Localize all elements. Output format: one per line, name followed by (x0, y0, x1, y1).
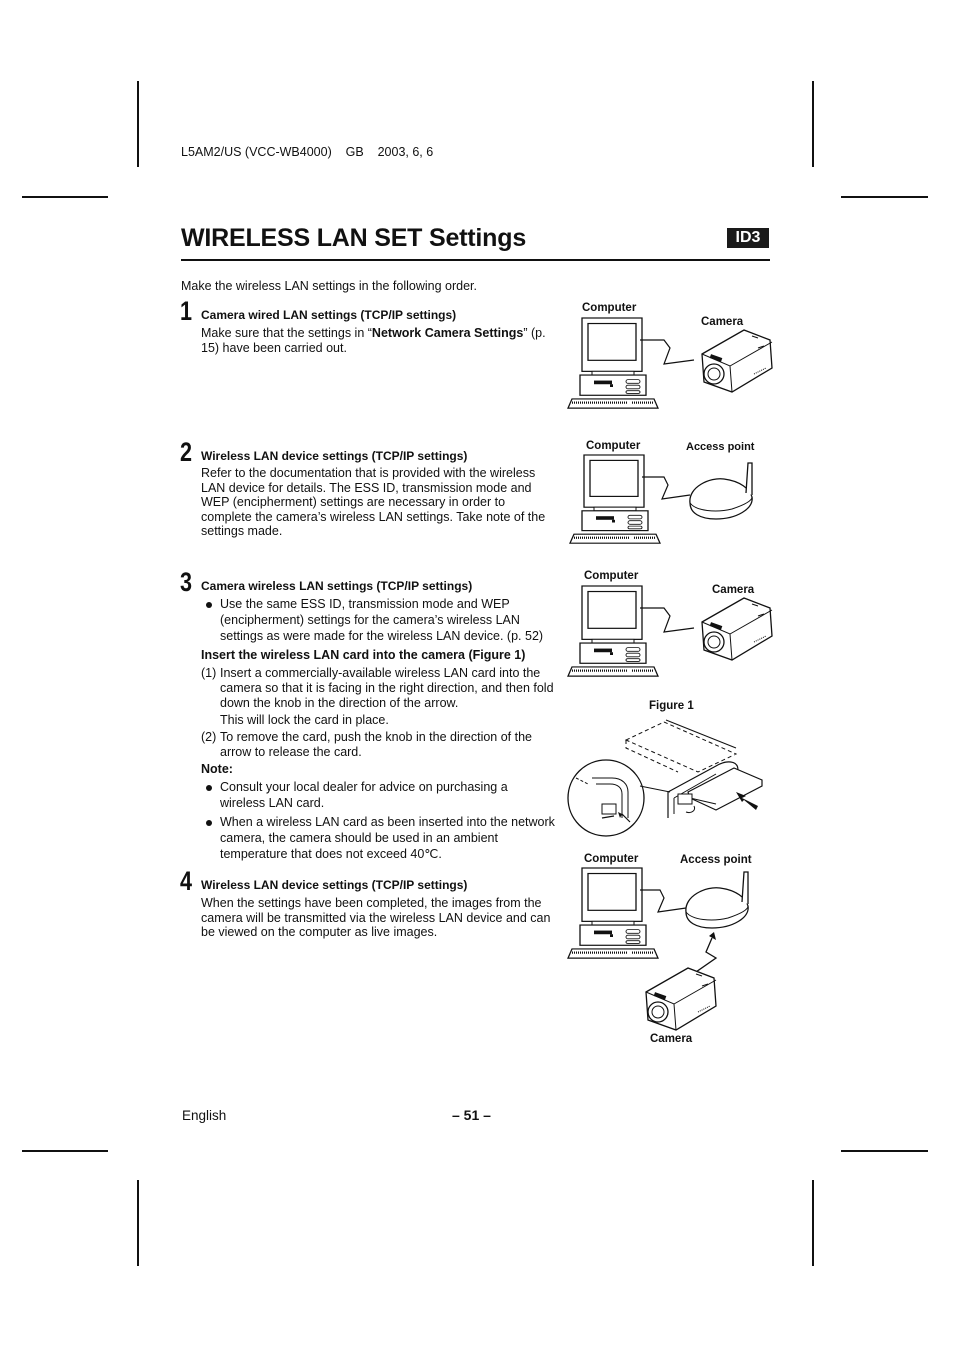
note-2-text: When a wireless LAN card as been inserte… (220, 815, 555, 861)
cable-line (640, 607, 695, 633)
fig-b-access-point-label: Access point (686, 441, 755, 453)
camera-icon (701, 329, 773, 393)
crop-mark-bottom-right-vertical (812, 1180, 814, 1266)
computer-icon (566, 316, 660, 410)
title-rule (181, 259, 770, 261)
fig-d-computer-label: Computer (584, 853, 639, 865)
note-1-text: Consult your local dealer for advice on … (220, 780, 508, 810)
fig-d-camera-label: Camera (650, 1033, 693, 1045)
step-1-title: Camera wired LAN settings (TCP/IP settin… (201, 308, 457, 322)
insert-arrow-icon (736, 792, 758, 810)
step-4-body: When the settings have been completed, t… (201, 896, 551, 940)
item-2-number: (2) (201, 730, 217, 744)
step-1-body-link-text: Network Camera Settings (371, 326, 524, 340)
access-point-icon (685, 871, 749, 929)
fig-b-computer-label: Computer (586, 440, 641, 452)
page-number: – 51 – (452, 1107, 491, 1123)
crop-mark-top-right-vertical (812, 81, 814, 167)
cable-line (642, 476, 691, 500)
knob-arrow-icon (685, 805, 695, 813)
crop-mark-bottom-left-vertical (137, 1180, 139, 1266)
item-1-extra: This will lock the card in place. (220, 713, 389, 728)
intro-text: Make the wireless LAN settings in the fo… (181, 279, 477, 293)
step-2-body: Refer to the documentation that is provi… (201, 466, 546, 539)
step-1-body-prefix: Make sure that the settings in “ (201, 326, 372, 340)
fig-a-diagram (566, 316, 773, 410)
fig-c-computer-label: Computer (584, 570, 639, 582)
bullet-icon (206, 820, 212, 826)
crop-mark-bottom-left-horizontal (22, 1150, 108, 1152)
cable-line (640, 889, 687, 913)
figure-1-card-insertion-diagram (567, 719, 763, 837)
figure-1-caption: Figure 1 (649, 700, 694, 712)
step-3-item-2: (2) To remove the card, push the knob in… (201, 730, 560, 760)
step-2-title: Wireless LAN device settings (TCP/IP set… (201, 449, 468, 463)
note-label: Note: (201, 762, 233, 776)
crop-mark-top-right-horizontal (841, 196, 928, 198)
document-code: L5AM2/US (VCC-WB4000) GB 2003, 6, 6 (181, 145, 434, 159)
step-4-title: Wireless LAN device settings (TCP/IP set… (201, 878, 468, 892)
step-3-bullet: Use the same ESS ID, transmission mode a… (201, 597, 555, 644)
fig-b-diagram (568, 453, 753, 545)
step-1-body: Make sure that the settings in “Network … (201, 326, 546, 355)
step-3-item-1: (1) Insert a commercially-available wire… (201, 666, 560, 728)
step-1-number: 1 (180, 296, 193, 326)
crop-mark-top-left-horizontal (22, 196, 108, 198)
fig-c-diagram (566, 584, 773, 678)
computer-icon (566, 866, 660, 960)
crop-mark-top-left-vertical (137, 81, 139, 167)
crop-mark-bottom-right-horizontal (841, 1150, 928, 1152)
computer-icon (566, 584, 660, 678)
fig-d-diagram (566, 866, 749, 1031)
camera-icon (645, 967, 717, 1031)
camera-icon (701, 597, 773, 661)
fig-a-computer-label: Computer (582, 302, 637, 314)
step-3-bullet-text: Use the same ESS ID, transmission mode a… (220, 597, 544, 643)
step-3-subheading: Insert the wireless LAN card into the ca… (201, 648, 526, 662)
step-3-title: Camera wireless LAN settings (TCP/IP set… (201, 579, 473, 593)
bullet-icon (206, 785, 212, 791)
step-2-number: 2 (180, 437, 193, 467)
note-bullet-2: When a wireless LAN card as been inserte… (201, 815, 560, 862)
footer-language: English (182, 1108, 227, 1123)
note-bullet-1: Consult your local dealer for advice on … (201, 780, 540, 812)
computer-icon (568, 453, 662, 545)
section-badge: ID3 (727, 228, 769, 248)
item-1-number: (1) (201, 666, 217, 680)
page-title: WIRELESS LAN SET Settings (181, 224, 527, 252)
fig-d-access-point-label: Access point (680, 854, 752, 866)
item-2-text: To remove the card, push the knob in the… (220, 730, 532, 759)
step-4-number: 4 (180, 866, 193, 896)
step-3-number: 3 (180, 567, 193, 597)
item-1-text: Insert a commercially-available wireless… (220, 666, 554, 710)
bullet-icon (206, 602, 212, 608)
access-point-icon (689, 462, 753, 520)
cable-line (640, 339, 695, 365)
magnifier-circle (567, 759, 645, 837)
